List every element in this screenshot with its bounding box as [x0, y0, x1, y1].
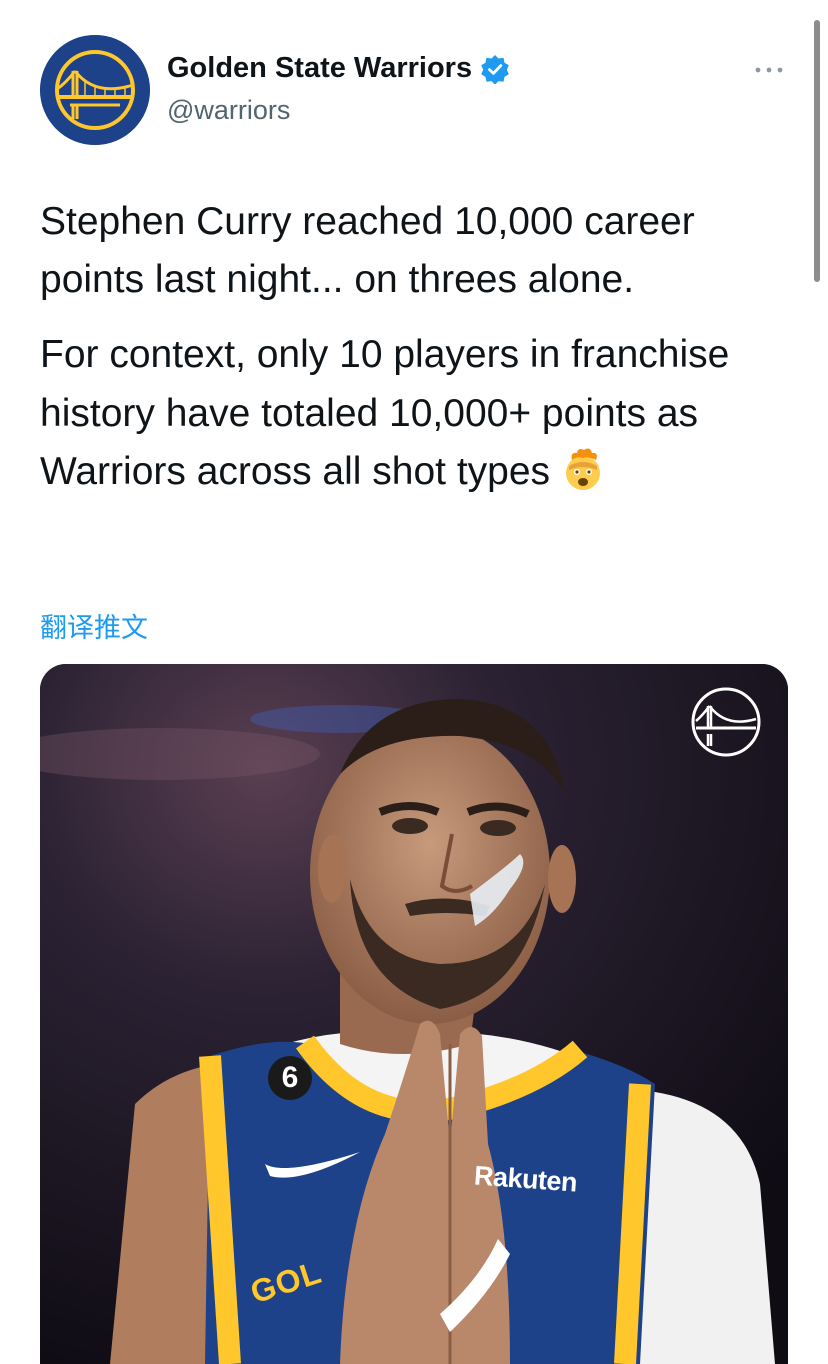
jersey-patch: 6 — [268, 1056, 312, 1100]
watermark-logo — [690, 686, 762, 758]
translate-tweet-link[interactable]: 翻译推文 — [40, 606, 148, 645]
display-name-text: Golden State Warriors — [167, 52, 473, 84]
player-photo — [40, 664, 788, 1364]
account-handle[interactable]: @warriors — [167, 95, 290, 126]
tweet-paragraph-2: For context, only 10 players in franchis… — [40, 326, 800, 502]
tweet-page: Golden State Warriors @warriors Stephen … — [0, 0, 828, 1364]
tweet-media-photo[interactable]: 6 Rakuten GOL — [40, 664, 788, 1364]
warriors-bridge-logo-icon — [40, 35, 150, 145]
avatar[interactable] — [40, 35, 150, 145]
more-horizontal-icon[interactable] — [752, 56, 786, 84]
warriors-bridge-logo-icon — [691, 687, 761, 757]
display-name[interactable]: Golden State Warriors — [167, 52, 510, 85]
tweet-paragraph-2-text: For context, only 10 players in franchis… — [40, 333, 730, 493]
exploding-head-emoji — [560, 446, 606, 492]
tweet-paragraph-1: Stephen Curry reached 10,000 career poin… — [40, 200, 695, 301]
scrollbar[interactable] — [814, 20, 820, 282]
verified-badge-icon — [480, 54, 510, 84]
